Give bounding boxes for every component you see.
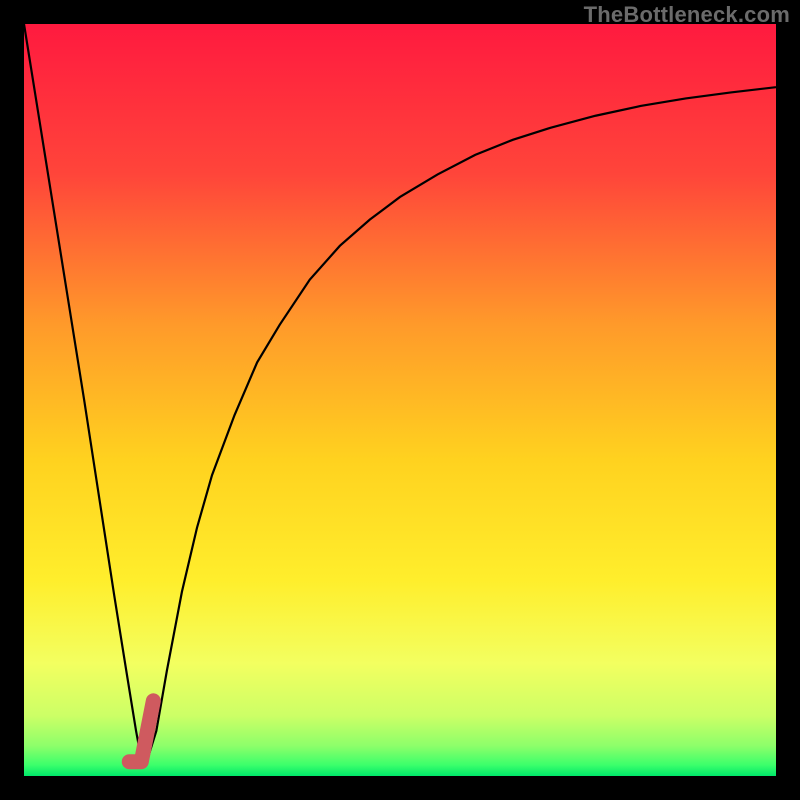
watermark-text: TheBottleneck.com: [584, 2, 790, 28]
chart-frame: TheBottleneck.com: [0, 0, 800, 800]
chart-svg: [24, 24, 776, 776]
gradient-background: [24, 24, 776, 776]
plot-area: [24, 24, 776, 776]
